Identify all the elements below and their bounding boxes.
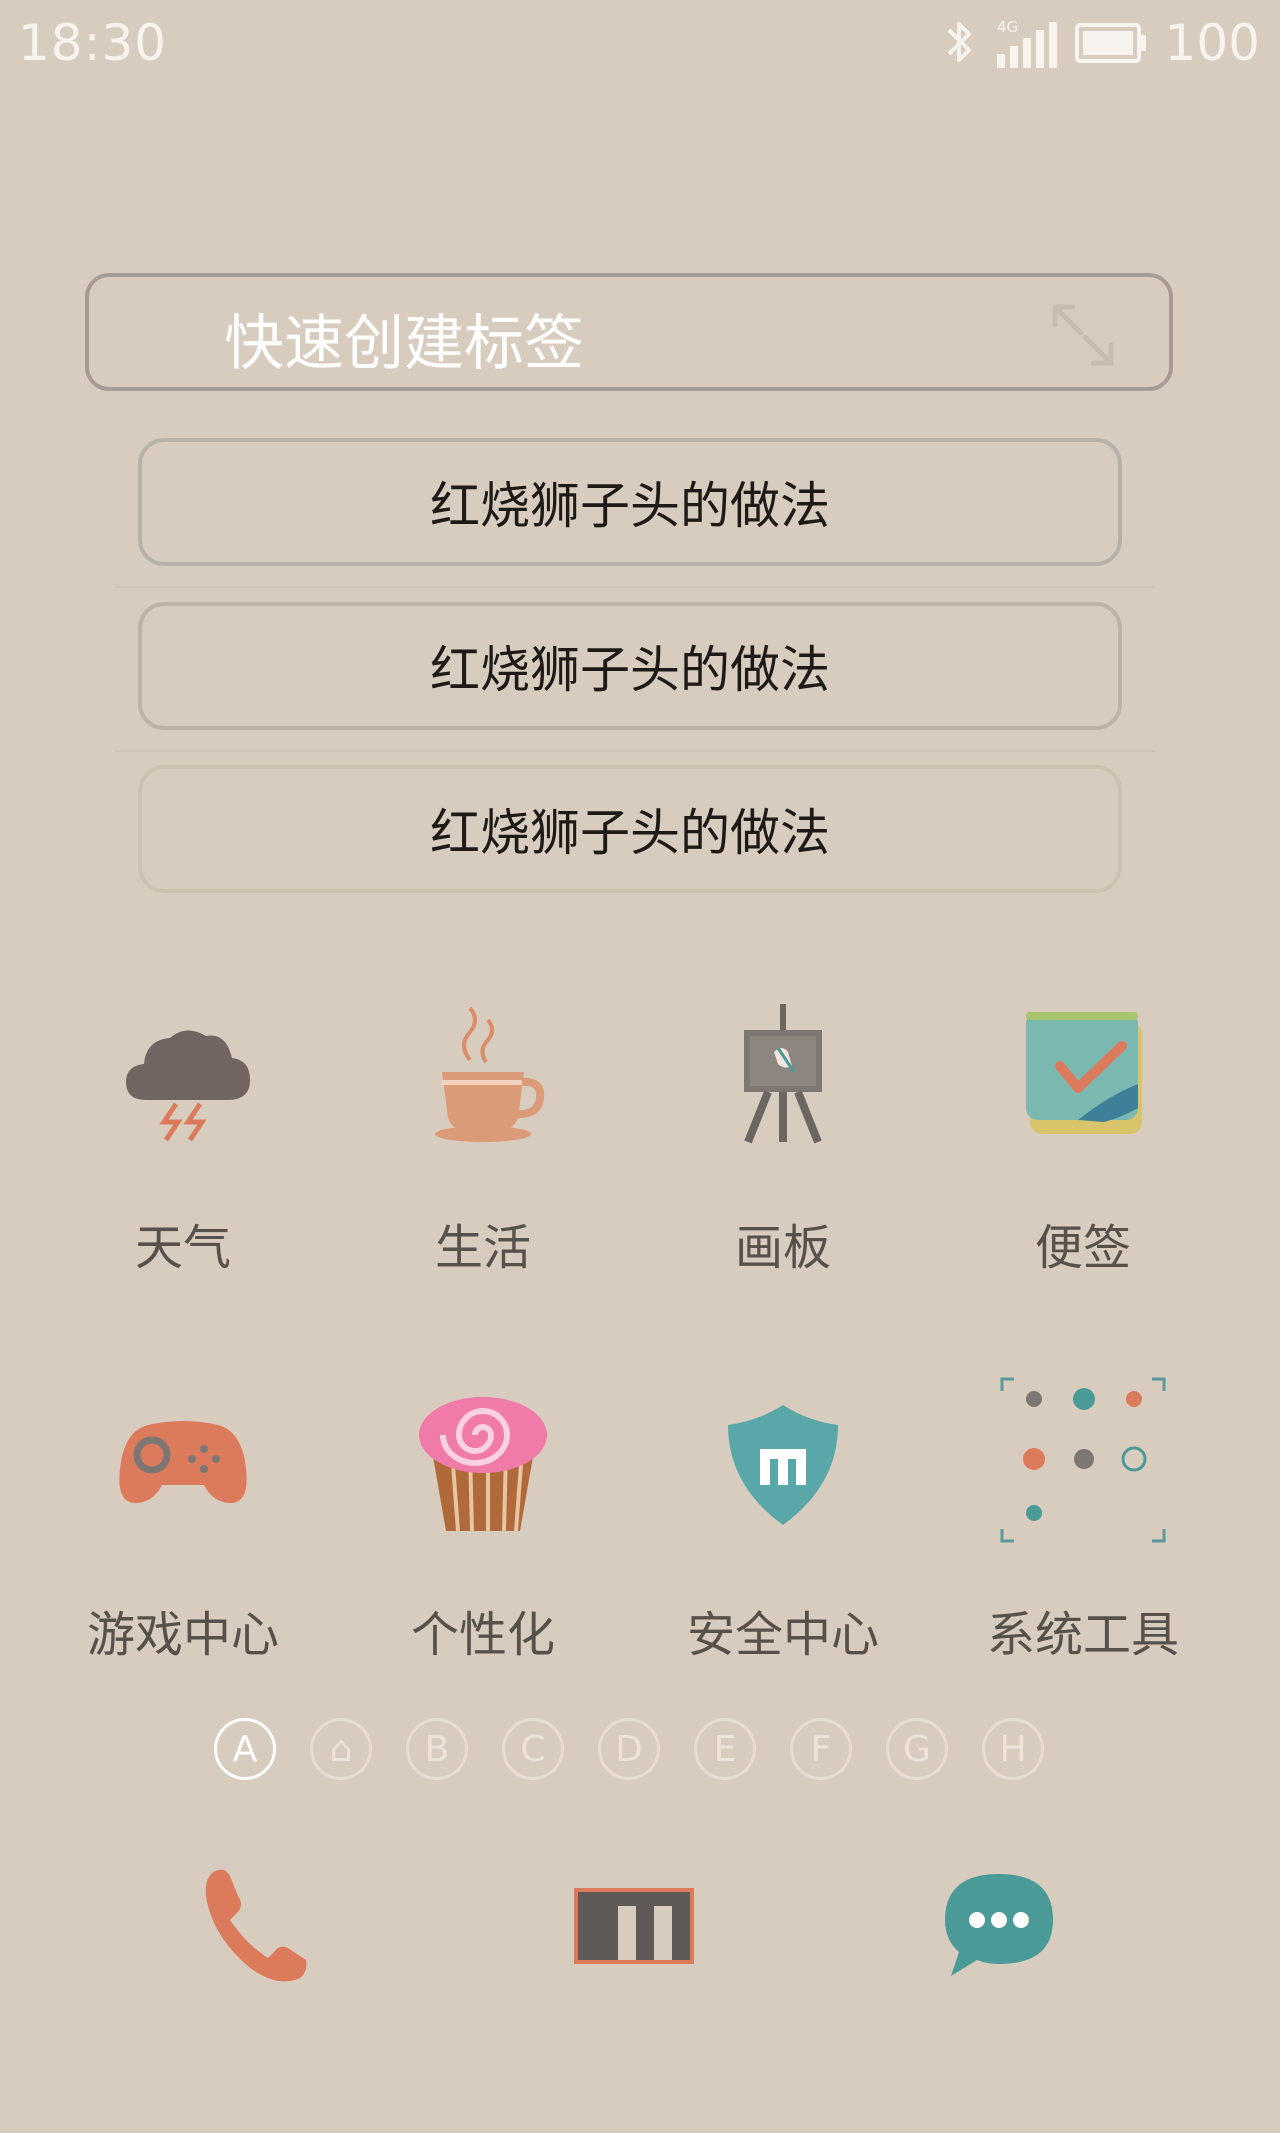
page-dot[interactable]: G bbox=[886, 1718, 948, 1780]
cupcake-icon bbox=[419, 1397, 547, 1532]
app-personalize[interactable]: 个性化 bbox=[333, 1385, 633, 1685]
status-bar: 18:30 4G 100 bbox=[0, 0, 1280, 90]
page-dot-home[interactable]: ⌂ bbox=[310, 1718, 372, 1780]
app-label: 天气 bbox=[134, 1220, 231, 1276]
app-label: 便签 bbox=[1034, 1220, 1131, 1276]
app-security-center[interactable]: 安全中心 bbox=[633, 1385, 933, 1685]
app-label: 系统工具 bbox=[986, 1607, 1179, 1663]
app-life[interactable]: 生活 bbox=[333, 1000, 633, 1300]
gamepad-icon bbox=[119, 1421, 247, 1504]
quick-create-title: 快速创建标签 bbox=[224, 309, 584, 379]
app-weather[interactable]: 天气 bbox=[33, 1000, 333, 1300]
notes-icon bbox=[1026, 1012, 1142, 1134]
app-notes[interactable]: 便签 bbox=[933, 1000, 1233, 1300]
tools-folder-icon bbox=[1000, 1377, 1166, 1543]
expand-icon[interactable] bbox=[1047, 299, 1119, 371]
app-label: 游戏中心 bbox=[86, 1607, 279, 1663]
note-item[interactable]: 红烧狮子头的做法 bbox=[138, 602, 1122, 730]
quick-create-widget[interactable]: 快速创建标签 bbox=[85, 273, 1173, 391]
app-label: 个性化 bbox=[410, 1607, 555, 1663]
messages-icon bbox=[945, 1874, 1053, 1976]
status-right: 4G 100 bbox=[941, 14, 1260, 72]
page-dot[interactable]: E bbox=[694, 1718, 756, 1780]
page-dot[interactable]: C bbox=[502, 1718, 564, 1780]
dock-phone[interactable] bbox=[190, 1860, 320, 1990]
browser-icon bbox=[574, 1888, 694, 1964]
note-item[interactable]: 红烧狮子头的做法 bbox=[138, 765, 1122, 893]
page-dot[interactable]: D bbox=[598, 1718, 660, 1780]
signal-icon: 4G bbox=[996, 18, 1057, 68]
battery-percent: 100 bbox=[1164, 14, 1260, 72]
easel-icon bbox=[744, 1004, 822, 1144]
app-label: 画板 bbox=[734, 1220, 831, 1276]
app-game-center[interactable]: 游戏中心 bbox=[33, 1385, 333, 1685]
app-label: 生活 bbox=[434, 1220, 531, 1276]
page-indicator: A ⌂ B C D E F G H bbox=[214, 1718, 1044, 1780]
divider bbox=[115, 750, 1155, 752]
app-sketchpad[interactable]: 画板 bbox=[633, 1000, 933, 1300]
coffee-icon bbox=[435, 1006, 545, 1142]
svg-text:4G: 4G bbox=[997, 18, 1018, 36]
weather-icon bbox=[126, 1030, 250, 1142]
app-system-tools[interactable]: 系统工具 bbox=[933, 1377, 1233, 1685]
phone-icon bbox=[205, 1869, 307, 1982]
note-item[interactable]: 红烧狮子头的做法 bbox=[138, 438, 1122, 566]
battery-icon bbox=[1074, 23, 1146, 63]
page-dot[interactable]: H bbox=[982, 1718, 1044, 1780]
shield-icon bbox=[728, 1405, 838, 1525]
dock-browser[interactable] bbox=[570, 1860, 700, 1990]
bluetooth-icon bbox=[947, 22, 971, 62]
dock-messages[interactable] bbox=[935, 1860, 1065, 1990]
app-label: 安全中心 bbox=[686, 1607, 879, 1663]
status-time: 18:30 bbox=[18, 14, 168, 72]
page-dot[interactable]: A bbox=[214, 1718, 276, 1780]
page-dot[interactable]: B bbox=[406, 1718, 468, 1780]
page-dot[interactable]: F bbox=[790, 1718, 852, 1780]
divider bbox=[115, 586, 1155, 588]
